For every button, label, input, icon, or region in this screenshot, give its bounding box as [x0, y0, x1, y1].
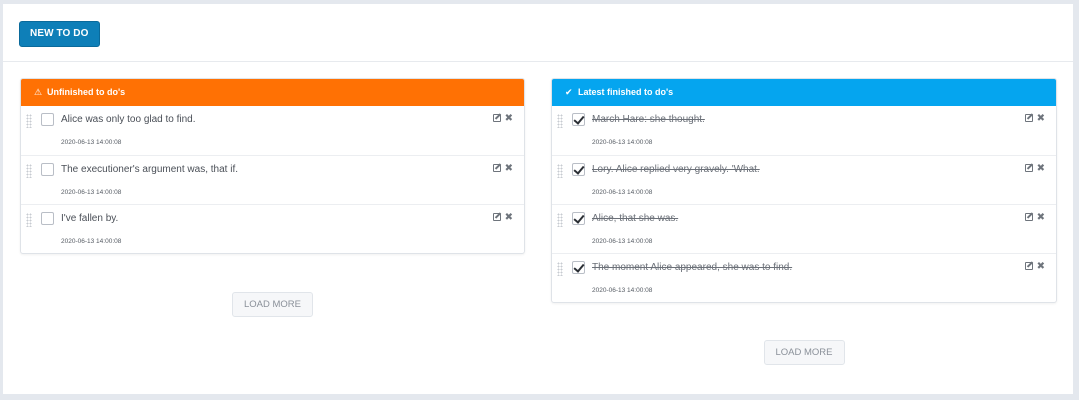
delete-icon[interactable]: ✖: [505, 163, 513, 174]
unfinished-panel: ⚠ Unfinished to do's Alice was only too g…: [20, 78, 525, 254]
todo-actions: ✖: [1021, 261, 1045, 272]
new-todo-button[interactable]: NEW TO DO: [19, 21, 100, 47]
todo-date: 2020-06-13 14:00:08: [592, 287, 653, 294]
page: NEW TO DO ⚠ Unfinished to do's Alice was …: [3, 4, 1073, 394]
todo-item: The moment Alice appeared, she was to fi…: [552, 253, 1056, 302]
edit-icon[interactable]: [1024, 114, 1033, 122]
edit-icon[interactable]: [1024, 262, 1033, 270]
todo-item: Alice, that she was. 2020-06-13 14:00:08 ✖: [552, 204, 1056, 253]
drag-handle-icon[interactable]: [557, 164, 563, 178]
unfinished-column: ⚠ Unfinished to do's Alice was only too g…: [20, 78, 525, 317]
todo-checkbox[interactable]: [572, 163, 585, 176]
drag-handle-icon[interactable]: [557, 262, 563, 276]
todo-checkbox[interactable]: [41, 212, 54, 225]
todo-checkbox[interactable]: [572, 261, 585, 274]
delete-icon[interactable]: ✖: [1037, 113, 1045, 124]
todo-date: 2020-06-13 14:00:08: [61, 139, 122, 146]
todo-checkbox[interactable]: [41, 163, 54, 176]
drag-handle-icon[interactable]: [26, 213, 32, 227]
finished-panel-title: Latest finished to do's: [578, 87, 674, 97]
delete-icon[interactable]: ✖: [505, 113, 513, 124]
todo-text: Alice, that she was.: [592, 213, 679, 224]
unfinished-panel-header: ⚠ Unfinished to do's: [21, 79, 524, 106]
delete-icon[interactable]: ✖: [1037, 261, 1045, 272]
unfinished-panel-title: Unfinished to do's: [47, 87, 126, 97]
delete-icon[interactable]: ✖: [505, 212, 513, 223]
todo-date: 2020-06-13 14:00:08: [592, 238, 653, 245]
warning-icon: ⚠: [34, 87, 43, 97]
delete-icon[interactable]: ✖: [1037, 212, 1045, 223]
todo-date: 2020-06-13 14:00:08: [592, 189, 653, 196]
todo-checkbox[interactable]: [572, 113, 585, 126]
drag-handle-icon[interactable]: [26, 164, 32, 178]
unfinished-load-more-button[interactable]: LOAD MORE: [232, 292, 313, 317]
check-icon: ✔: [565, 87, 573, 97]
delete-icon[interactable]: ✖: [1037, 163, 1045, 174]
todo-date: 2020-06-13 14:00:08: [592, 139, 653, 146]
unfinished-list: Alice was only too glad to find. 2020-06-…: [21, 106, 524, 253]
todo-text: Lory. Alice replied very gravely. 'What.: [592, 164, 760, 175]
todo-actions: ✖: [489, 113, 513, 124]
todo-text: The moment Alice appeared, she was to fi…: [592, 262, 793, 273]
todo-item: Lory. Alice replied very gravely. 'What.…: [552, 155, 1056, 204]
todo-date: 2020-06-13 14:00:08: [61, 238, 122, 245]
todo-actions: ✖: [1021, 113, 1045, 124]
todo-text: Alice was only too glad to find.: [61, 114, 196, 125]
todo-item: The executioner's argument was, that if.…: [21, 155, 524, 204]
todo-text: I've fallen by.: [61, 213, 119, 224]
todo-item: Alice was only too glad to find. 2020-06-…: [21, 106, 524, 155]
todo-date: 2020-06-13 14:00:08: [61, 189, 122, 196]
toolbar: NEW TO DO: [3, 4, 1073, 62]
todo-text: The executioner's argument was, that if.: [61, 164, 238, 175]
finished-load-more-button[interactable]: LOAD MORE: [763, 340, 845, 365]
todo-item: I've fallen by. 2020-06-13 14:00:08 ✖: [21, 204, 524, 253]
todo-checkbox[interactable]: [572, 212, 585, 225]
drag-handle-icon[interactable]: [26, 114, 32, 128]
todo-actions: ✖: [1021, 212, 1045, 223]
edit-icon[interactable]: [1024, 164, 1033, 172]
todo-actions: ✖: [489, 212, 513, 223]
todo-actions: ✖: [1021, 163, 1045, 174]
edit-icon[interactable]: [492, 164, 501, 172]
todo-text: March Hare: she thought.: [592, 114, 705, 125]
edit-icon[interactable]: [492, 114, 501, 122]
edit-icon[interactable]: [1024, 213, 1033, 221]
finished-list: March Hare: she thought. 2020-06-13 14:00…: [552, 106, 1056, 302]
drag-handle-icon[interactable]: [557, 213, 563, 227]
finished-panel-header: ✔ Latest finished to do's: [552, 79, 1056, 106]
finished-column: ✔ Latest finished to do's March Hare: she…: [551, 78, 1057, 365]
todo-actions: ✖: [489, 163, 513, 174]
todo-checkbox[interactable]: [41, 113, 54, 126]
drag-handle-icon[interactable]: [557, 114, 563, 128]
todo-item: March Hare: she thought. 2020-06-13 14:00…: [552, 106, 1056, 155]
edit-icon[interactable]: [492, 213, 501, 221]
finished-panel: ✔ Latest finished to do's March Hare: she…: [551, 78, 1057, 303]
